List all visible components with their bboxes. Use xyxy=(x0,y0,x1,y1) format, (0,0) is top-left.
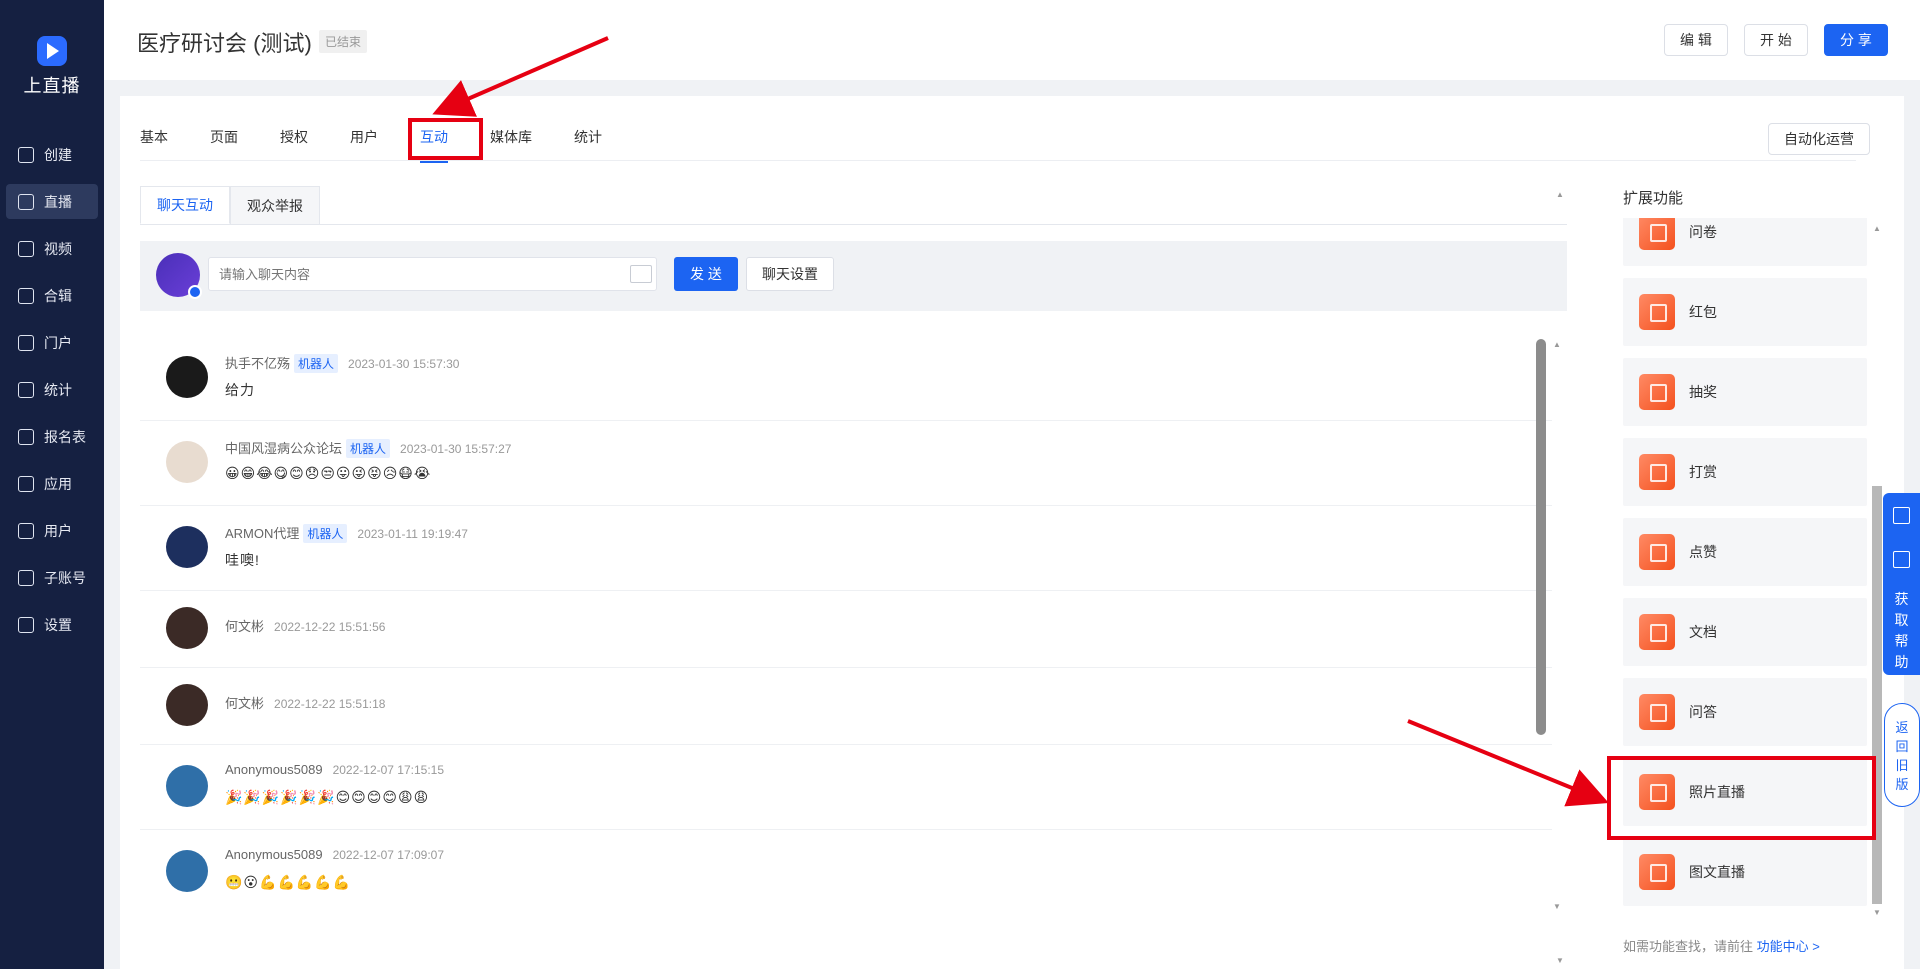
arrow-to-photo-live xyxy=(1407,719,1609,807)
arrow-to-interaction-tab xyxy=(432,36,609,117)
annotation-arrows xyxy=(432,36,1609,807)
